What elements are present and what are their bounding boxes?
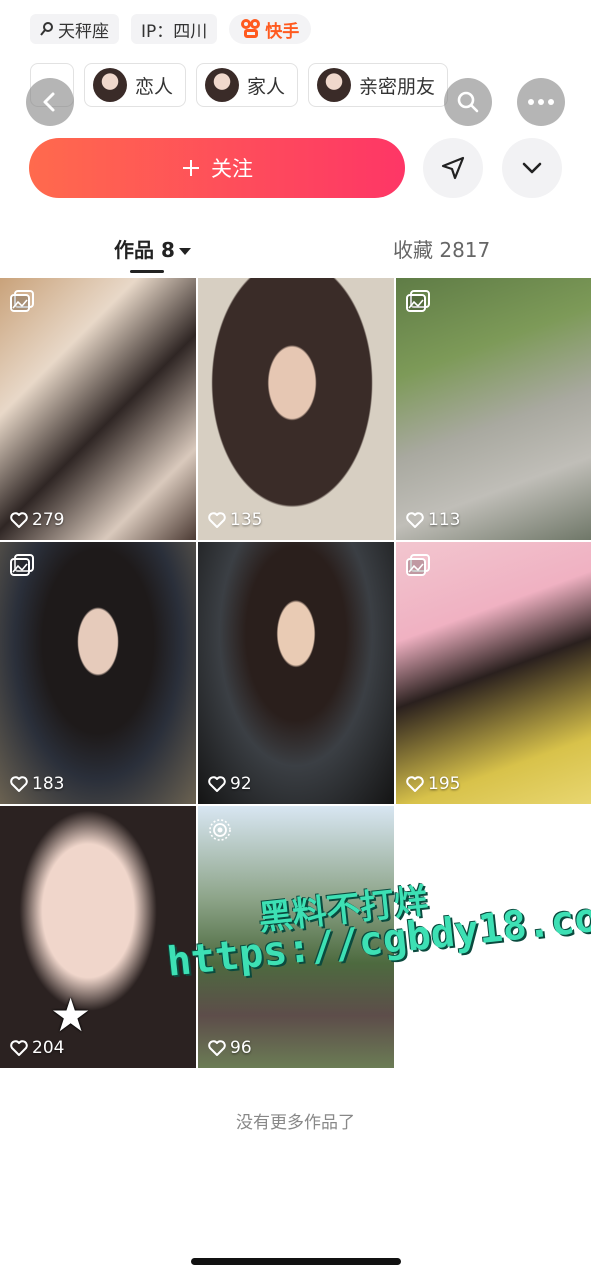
content-tabs: 作品 8 收藏 2817 — [0, 228, 591, 273]
caret-down-icon — [178, 248, 191, 255]
more-dots-icon — [528, 99, 554, 105]
relation-label: 家人 — [247, 75, 286, 98]
like-count-text: 279 — [32, 510, 65, 530]
tab-indicator — [130, 270, 164, 273]
profile-tags: 天秤座 IP：四川 快手 — [30, 14, 312, 44]
like-count: 96 — [208, 1038, 252, 1058]
post-thumbnail[interactable]: 92 — [198, 542, 394, 804]
post-thumbnail[interactable]: 279 — [0, 278, 196, 540]
avatar — [93, 68, 127, 102]
plus-icon — [183, 160, 199, 176]
like-count: 195 — [406, 774, 460, 794]
zodiac-icon — [40, 22, 53, 36]
tab-works[interactable]: 作品 8 — [114, 234, 191, 263]
follow-label: 关注 — [211, 157, 253, 181]
ip-tag: IP：四川 — [131, 14, 218, 44]
heart-icon — [10, 776, 28, 792]
heart-icon — [406, 776, 424, 792]
kuaishou-tag[interactable]: 快手 — [229, 14, 312, 44]
relation-row: 恋人 家人 亲密朋友 — [30, 63, 449, 107]
chevron-down-icon — [522, 162, 542, 174]
more-button[interactable] — [517, 78, 565, 126]
avatar — [317, 68, 352, 102]
live-photo-icon — [209, 819, 231, 841]
heart-icon — [208, 776, 226, 792]
zodiac-text: 天秤座 — [58, 21, 109, 42]
relation-close-friend[interactable]: 亲密朋友 — [308, 63, 449, 107]
post-thumbnail[interactable]: 135 — [198, 278, 394, 540]
relation-lover[interactable]: 恋人 — [84, 63, 187, 107]
like-count: 92 — [208, 774, 252, 794]
heart-icon — [10, 1040, 28, 1056]
like-count: 183 — [10, 774, 64, 794]
back-button[interactable] — [26, 78, 74, 126]
like-count: 135 — [208, 510, 262, 530]
avatar — [205, 68, 240, 102]
zodiac-tag: 天秤座 — [30, 14, 119, 44]
like-count: 113 — [406, 510, 460, 530]
heart-icon — [208, 1040, 226, 1056]
like-count-text: 195 — [428, 774, 461, 794]
relation-label: 恋人 — [135, 75, 174, 98]
no-more-works-text: 没有更多作品了 — [236, 1113, 355, 1133]
like-count-text: 92 — [230, 774, 252, 794]
like-count-text: 113 — [428, 510, 461, 530]
search-icon — [457, 91, 479, 113]
tab-works-label: 作品 8 — [114, 238, 175, 262]
expand-button[interactable] — [502, 138, 562, 198]
follow-button[interactable]: 关注 — [29, 138, 405, 198]
like-count: 204 — [10, 1038, 64, 1058]
like-count-text: 96 — [230, 1038, 252, 1058]
relation-label: 亲密朋友 — [359, 75, 436, 98]
relation-family[interactable]: 家人 — [196, 63, 299, 107]
tab-collections-label: 收藏 2817 — [393, 238, 491, 262]
ip-text: IP：四川 — [141, 21, 208, 42]
chevron-left-icon — [43, 92, 55, 112]
gallery-icon — [406, 290, 430, 312]
pixel-star-sticker-icon: ★ — [50, 988, 92, 1042]
post-thumbnail[interactable]: 183 — [0, 542, 196, 804]
like-count: 279 — [10, 510, 64, 530]
gallery-icon — [406, 554, 430, 576]
post-thumbnail[interactable]: 113 — [396, 278, 591, 540]
heart-icon — [10, 512, 28, 528]
like-count-text: 135 — [230, 510, 263, 530]
tab-collections[interactable]: 收藏 2817 — [393, 234, 490, 263]
heart-icon — [208, 512, 226, 528]
home-indicator[interactable] — [191, 1258, 401, 1265]
kuaishou-text: 快手 — [265, 21, 300, 42]
share-button[interactable] — [423, 138, 483, 198]
gallery-icon — [10, 290, 34, 312]
like-count-text: 204 — [32, 1038, 65, 1058]
kuaishou-logo-icon — [241, 19, 261, 39]
heart-icon — [406, 512, 424, 528]
post-thumbnail[interactable]: ★ 204 — [0, 806, 196, 1068]
search-button[interactable] — [444, 78, 492, 126]
gallery-icon — [10, 554, 34, 576]
send-icon — [441, 156, 465, 180]
like-count-text: 183 — [32, 774, 65, 794]
post-thumbnail[interactable]: 195 — [396, 542, 591, 804]
